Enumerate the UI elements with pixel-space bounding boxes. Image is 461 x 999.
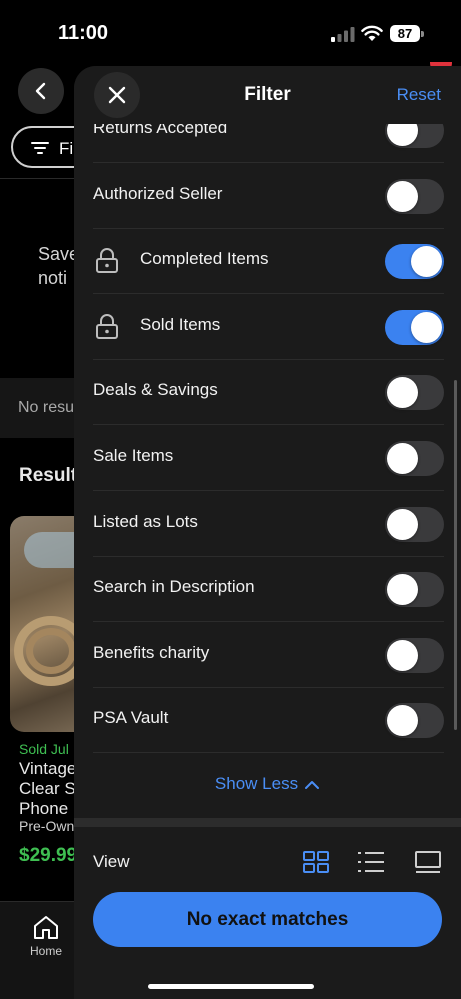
section-divider (74, 818, 461, 827)
toggle-knob (387, 508, 418, 540)
filter-row[interactable]: Authorized Seller (93, 163, 444, 229)
toggle-knob (387, 574, 418, 606)
filter-lines-icon (31, 142, 49, 154)
toggle-switch[interactable] (385, 178, 444, 214)
filter-row[interactable]: Sale Items (93, 425, 444, 491)
toggle-switch[interactable] (385, 506, 444, 542)
filter-row-label: Listed as Lots (93, 511, 198, 531)
toggle-switch[interactable] (385, 375, 444, 411)
filter-row-label: Deals & Savings (93, 380, 218, 400)
toggle-knob (387, 443, 418, 474)
filter-row[interactable]: Sold Items (93, 294, 444, 360)
filter-row[interactable]: Benefits charity (93, 622, 444, 688)
lock-icon (96, 313, 118, 339)
item-condition: Pre-Own (19, 818, 75, 834)
filter-row-label: Sold Items (140, 314, 221, 334)
filter-row[interactable]: Deals & Savings (93, 359, 444, 426)
battery-tip (421, 31, 424, 37)
filter-row-label: Search in Description (93, 577, 255, 597)
list-view-icon[interactable] (357, 850, 385, 874)
toggle-knob (411, 311, 442, 343)
status-time: 11:00 (58, 22, 109, 44)
battery-icon: 87 (390, 25, 420, 42)
filter-row[interactable]: PSA Vault (93, 687, 444, 754)
filter-sheet: Returns Accepted Authorized Seller Complet… (74, 66, 461, 999)
toggle-knob (387, 180, 418, 212)
thumb-detail (26, 628, 76, 674)
item-title[interactable]: Vintage Clear S Phone (19, 759, 79, 819)
lock-icon (96, 248, 118, 274)
toggle-knob (387, 639, 418, 671)
back-chevron-icon (35, 82, 46, 100)
filter-row-label: Authorized Seller (93, 183, 223, 203)
filter-row[interactable]: Completed Items (93, 228, 444, 295)
chevron-up-icon (305, 780, 320, 789)
apply-filters-button[interactable]: No exact matches (93, 892, 442, 947)
item-sold-date: Sold Jul (19, 741, 69, 757)
toggle-knob (411, 246, 442, 278)
cellular-signal-icon (331, 27, 355, 42)
grid-view-icon[interactable] (302, 850, 330, 874)
item-price: $29.99 (19, 845, 78, 861)
sheet-header: Filter Reset (74, 66, 461, 124)
toggle-switch[interactable] (385, 309, 444, 345)
toggle-switch[interactable] (385, 703, 444, 739)
filter-row-label: Sale Items (93, 446, 174, 465)
scrollbar[interactable] (454, 380, 457, 730)
gallery-view-icon[interactable] (414, 850, 442, 874)
filter-row[interactable]: Search in Description (93, 556, 444, 623)
filter-row[interactable]: Listed as Lots (93, 491, 444, 557)
filter-row-label: Completed Items (140, 249, 269, 269)
wifi-icon (361, 25, 383, 41)
show-less-label: Show Less (214, 774, 299, 793)
filter-row-label: PSA Vault (93, 708, 169, 728)
results-heading: Result (19, 465, 78, 486)
toggle-knob (387, 377, 418, 409)
toggle-switch[interactable] (385, 572, 444, 608)
filter-row-label: Benefits charity (93, 642, 210, 662)
view-selector: View (74, 827, 461, 887)
toggle-knob (387, 705, 418, 737)
show-less-button[interactable]: Show Less (74, 774, 461, 794)
view-label: View (93, 852, 130, 871)
home-icon[interactable] (32, 914, 60, 940)
toggle-switch[interactable] (385, 244, 444, 280)
toggle-switch[interactable] (385, 637, 444, 673)
status-bar: 11:00 87 (0, 0, 461, 62)
toggle-switch[interactable] (385, 441, 444, 476)
tab-home-label[interactable]: Home (30, 944, 62, 958)
back-button[interactable] (18, 68, 64, 114)
reset-button[interactable]: Reset (397, 85, 441, 105)
home-indicator (148, 984, 314, 989)
no-results-text: No resu (18, 399, 75, 416)
